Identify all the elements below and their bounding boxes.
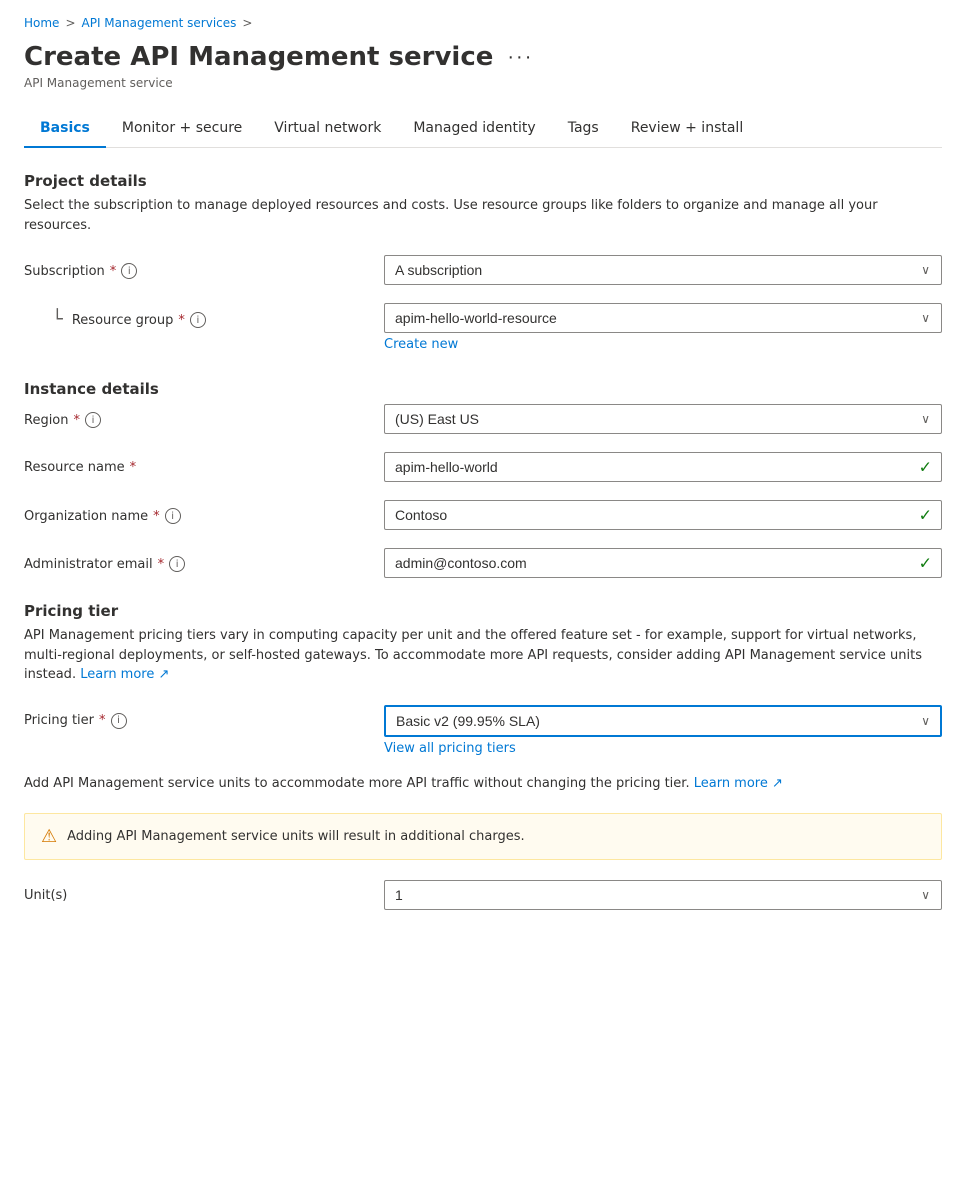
units-control: 1 (384, 880, 942, 910)
org-name-control: ✓ (384, 500, 942, 530)
org-name-valid-icon: ✓ (919, 506, 932, 525)
rg-select-wrapper: apim-hello-world-resource (384, 303, 942, 333)
units-select[interactable]: 1 (384, 880, 942, 910)
subscription-required: * (110, 264, 117, 279)
project-details-desc: Select the subscription to manage deploy… (24, 196, 942, 235)
admin-email-required: * (158, 557, 165, 572)
subscription-select[interactable]: A subscription (384, 255, 942, 285)
pricing-select-wrapper: Basic v2 (99.95% SLA) (384, 705, 942, 737)
pricing-info-icon[interactable]: i (111, 713, 127, 729)
pricing-tier-row: Pricing tier * i Basic v2 (99.95% SLA) V… (24, 705, 942, 756)
tab-vnet[interactable]: Virtual network (258, 110, 397, 148)
admin-email-input[interactable] (384, 548, 942, 578)
region-label: Region * i (24, 412, 364, 428)
subscription-control: A subscription (384, 255, 942, 285)
region-row: Region * i (US) East US (24, 404, 942, 434)
breadcrumb-sep2: > (242, 16, 252, 30)
add-units-text: Add API Management service units to acco… (24, 774, 942, 794)
view-pricing-link[interactable]: View all pricing tiers (384, 741, 942, 756)
rg-connector: └ (52, 311, 63, 329)
units-label: Unit(s) (24, 888, 364, 903)
resource-group-row: └ Resource group * i apim-hello-world-re… (24, 303, 942, 352)
instance-details-title: Instance details (24, 380, 942, 398)
tab-monitor[interactable]: Monitor + secure (106, 110, 258, 148)
breadcrumb-home[interactable]: Home (24, 16, 59, 30)
pricing-tier-section: Pricing tier API Management pricing tier… (24, 602, 942, 910)
pricing-tier-label: Pricing tier * i (24, 713, 364, 729)
admin-email-label: Administrator email * i (24, 556, 364, 572)
warning-box: ⚠ Adding API Management service units wi… (24, 813, 942, 860)
resource-name-valid-icon: ✓ (919, 458, 932, 477)
units-row: Unit(s) 1 (24, 880, 942, 910)
subscription-row: Subscription * i A subscription (24, 255, 942, 285)
resource-group-label-area: └ Resource group * i (24, 303, 364, 329)
org-name-info-icon[interactable]: i (165, 508, 181, 524)
instance-details-section: Instance details Region * i (US) East US… (24, 380, 942, 578)
admin-email-row: Administrator email * i ✓ (24, 548, 942, 578)
pricing-learn-more-link[interactable]: Learn more ↗ (80, 667, 169, 682)
subscription-info-icon[interactable]: i (121, 263, 137, 279)
project-details-title: Project details (24, 172, 942, 190)
admin-email-valid-icon: ✓ (919, 554, 932, 573)
pricing-required: * (99, 713, 106, 728)
org-name-row: Organization name * i ✓ (24, 500, 942, 530)
warning-icon: ⚠ (41, 826, 57, 847)
tab-review[interactable]: Review + install (615, 110, 760, 148)
tab-identity[interactable]: Managed identity (397, 110, 551, 148)
ellipsis-button[interactable]: ··· (503, 44, 537, 71)
breadcrumb: Home > API Management services > (24, 16, 942, 30)
admin-email-control: ✓ (384, 548, 942, 578)
resource-name-required: * (130, 460, 137, 475)
resource-name-input-wrapper: ✓ (384, 452, 942, 482)
region-required: * (74, 413, 81, 428)
region-info-icon[interactable]: i (85, 412, 101, 428)
rg-info-icon[interactable]: i (190, 312, 206, 328)
subscription-select-wrapper: A subscription (384, 255, 942, 285)
tab-tags[interactable]: Tags (552, 110, 615, 148)
org-name-input[interactable] (384, 500, 942, 530)
breadcrumb-api-management[interactable]: API Management services (82, 16, 237, 30)
units-select-wrapper: 1 (384, 880, 942, 910)
resource-name-row: Resource name * ✓ (24, 452, 942, 482)
org-name-input-wrapper: ✓ (384, 500, 942, 530)
page-title: Create API Management service (24, 42, 493, 72)
pricing-tier-control: Basic v2 (99.95% SLA) View all pricing t… (384, 705, 942, 756)
pricing-tier-desc: API Management pricing tiers vary in com… (24, 626, 942, 685)
admin-email-info-icon[interactable]: i (169, 556, 185, 572)
tab-basics[interactable]: Basics (24, 110, 106, 148)
subscription-label: Subscription * i (24, 263, 364, 279)
page-title-container: Create API Management service ··· (24, 42, 942, 72)
rg-control: apim-hello-world-resource Create new (384, 303, 942, 352)
units-learn-more-link[interactable]: Learn more ↗ (694, 776, 783, 791)
resource-name-input[interactable] (384, 452, 942, 482)
page-subtitle: API Management service (24, 76, 942, 90)
warning-text: Adding API Management service units will… (67, 829, 524, 844)
org-name-required: * (153, 509, 160, 524)
resource-name-label: Resource name * (24, 460, 364, 475)
resource-group-label: Resource group * i (72, 312, 206, 328)
region-select-wrapper: (US) East US (384, 404, 942, 434)
resource-name-control: ✓ (384, 452, 942, 482)
rg-required: * (178, 313, 185, 328)
region-control: (US) East US (384, 404, 942, 434)
org-name-label: Organization name * i (24, 508, 364, 524)
region-select[interactable]: (US) East US (384, 404, 942, 434)
tabs-container: Basics Monitor + secure Virtual network … (24, 110, 942, 148)
create-new-link[interactable]: Create new (384, 337, 942, 352)
breadcrumb-sep1: > (65, 16, 75, 30)
pricing-tier-title: Pricing tier (24, 602, 942, 620)
resource-group-select[interactable]: apim-hello-world-resource (384, 303, 942, 333)
project-details-section: Project details Select the subscription … (24, 172, 942, 352)
pricing-tier-select[interactable]: Basic v2 (99.95% SLA) (384, 705, 942, 737)
admin-email-input-wrapper: ✓ (384, 548, 942, 578)
